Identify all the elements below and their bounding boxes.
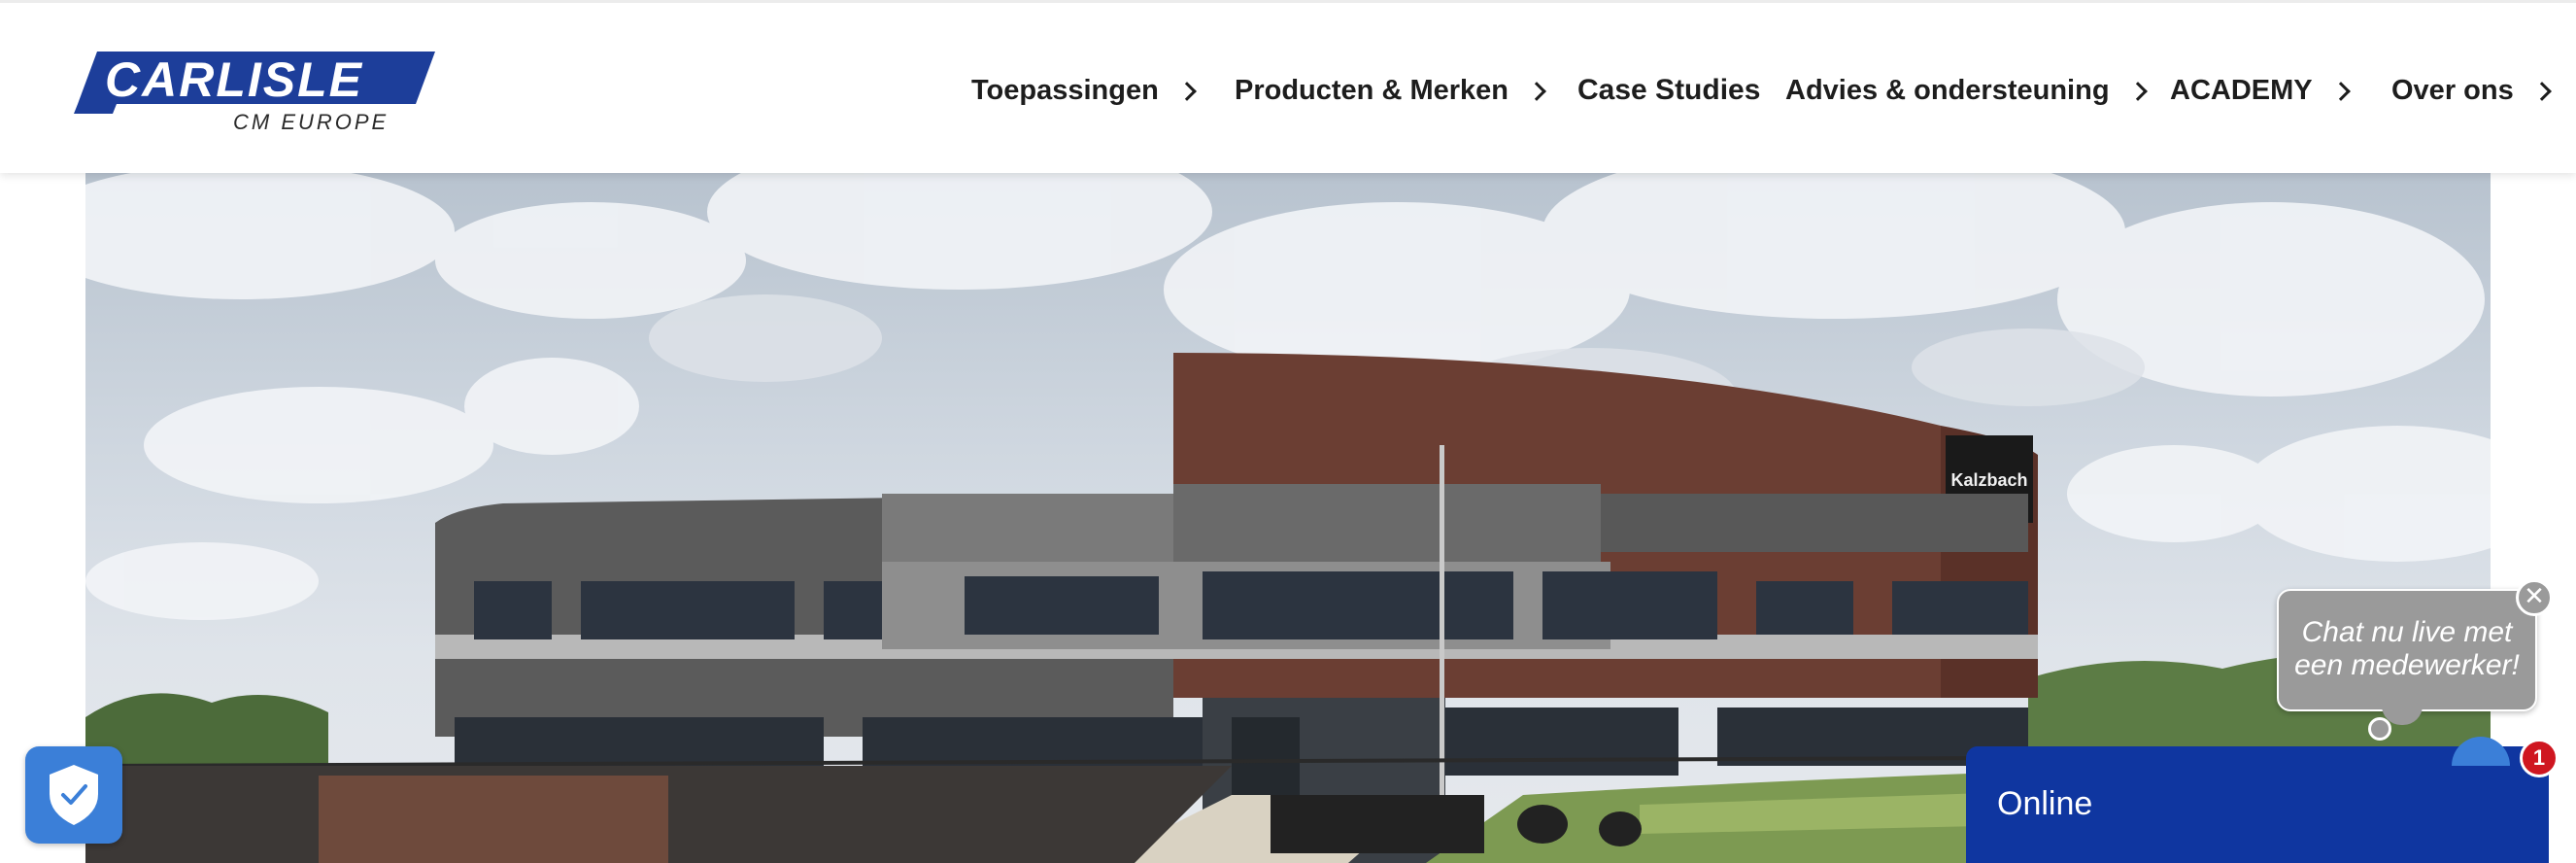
chat-invite-bubble[interactable]: Chat nu live met een medewerker! <box>2277 589 2537 711</box>
logo-subtitle: CM EUROPE <box>233 110 390 134</box>
carlisle-logo[interactable]: CARLISLE CM EUROPE <box>74 46 435 135</box>
nav-item-over-ons[interactable]: Over ons <box>2391 61 2552 120</box>
nav-item-advies-ondersteuning[interactable]: Advies & ondersteuning <box>1785 61 2148 120</box>
chevron-right-icon <box>1527 82 1546 101</box>
nav-label: Advies & ondersteuning <box>1785 74 2110 106</box>
nav-item-toepassingen[interactable]: Toepassingen <box>971 61 1197 120</box>
building-sign-text: Kalzbach <box>1950 470 2027 490</box>
site-header: CARLISLE CM EUROPE Toepassingen Producte… <box>0 0 2576 173</box>
unread-count-badge: 1 <box>2520 739 2559 777</box>
chat-pointer-dot <box>2368 717 2391 741</box>
nav-item-producten-merken[interactable]: Producten & Merken <box>1235 61 1546 120</box>
chat-status-label: Online <box>1997 785 2093 822</box>
nav-item-academy[interactable]: ACADEMY <box>2170 61 2351 120</box>
logo-wordmark: CARLISLE <box>105 52 363 107</box>
close-icon[interactable]: ✕ <box>2516 579 2553 616</box>
chevron-right-icon <box>2127 82 2148 101</box>
nav-label: Toepassingen <box>971 74 1159 106</box>
nav-label: Over ons <box>2391 74 2514 106</box>
chevron-right-icon <box>2330 82 2351 101</box>
nav-label: Case Studies <box>1577 74 1761 106</box>
nav-item-case-studies[interactable]: Case Studies <box>1577 61 1760 120</box>
nav-label: ACADEMY <box>2170 74 2313 106</box>
chat-online-button[interactable]: Online <box>1966 737 2549 863</box>
page: CARLISLE CM EUROPE Toepassingen Producte… <box>0 0 2576 863</box>
chevron-right-icon <box>2531 82 2552 101</box>
chevron-right-icon <box>1176 82 1197 101</box>
nav-label: Producten & Merken <box>1235 74 1508 106</box>
privacy-settings-button[interactable] <box>25 746 122 844</box>
shield-check-icon <box>50 765 98 825</box>
chat-invite-text: Chat nu live met een medewerker! <box>2294 616 2520 681</box>
